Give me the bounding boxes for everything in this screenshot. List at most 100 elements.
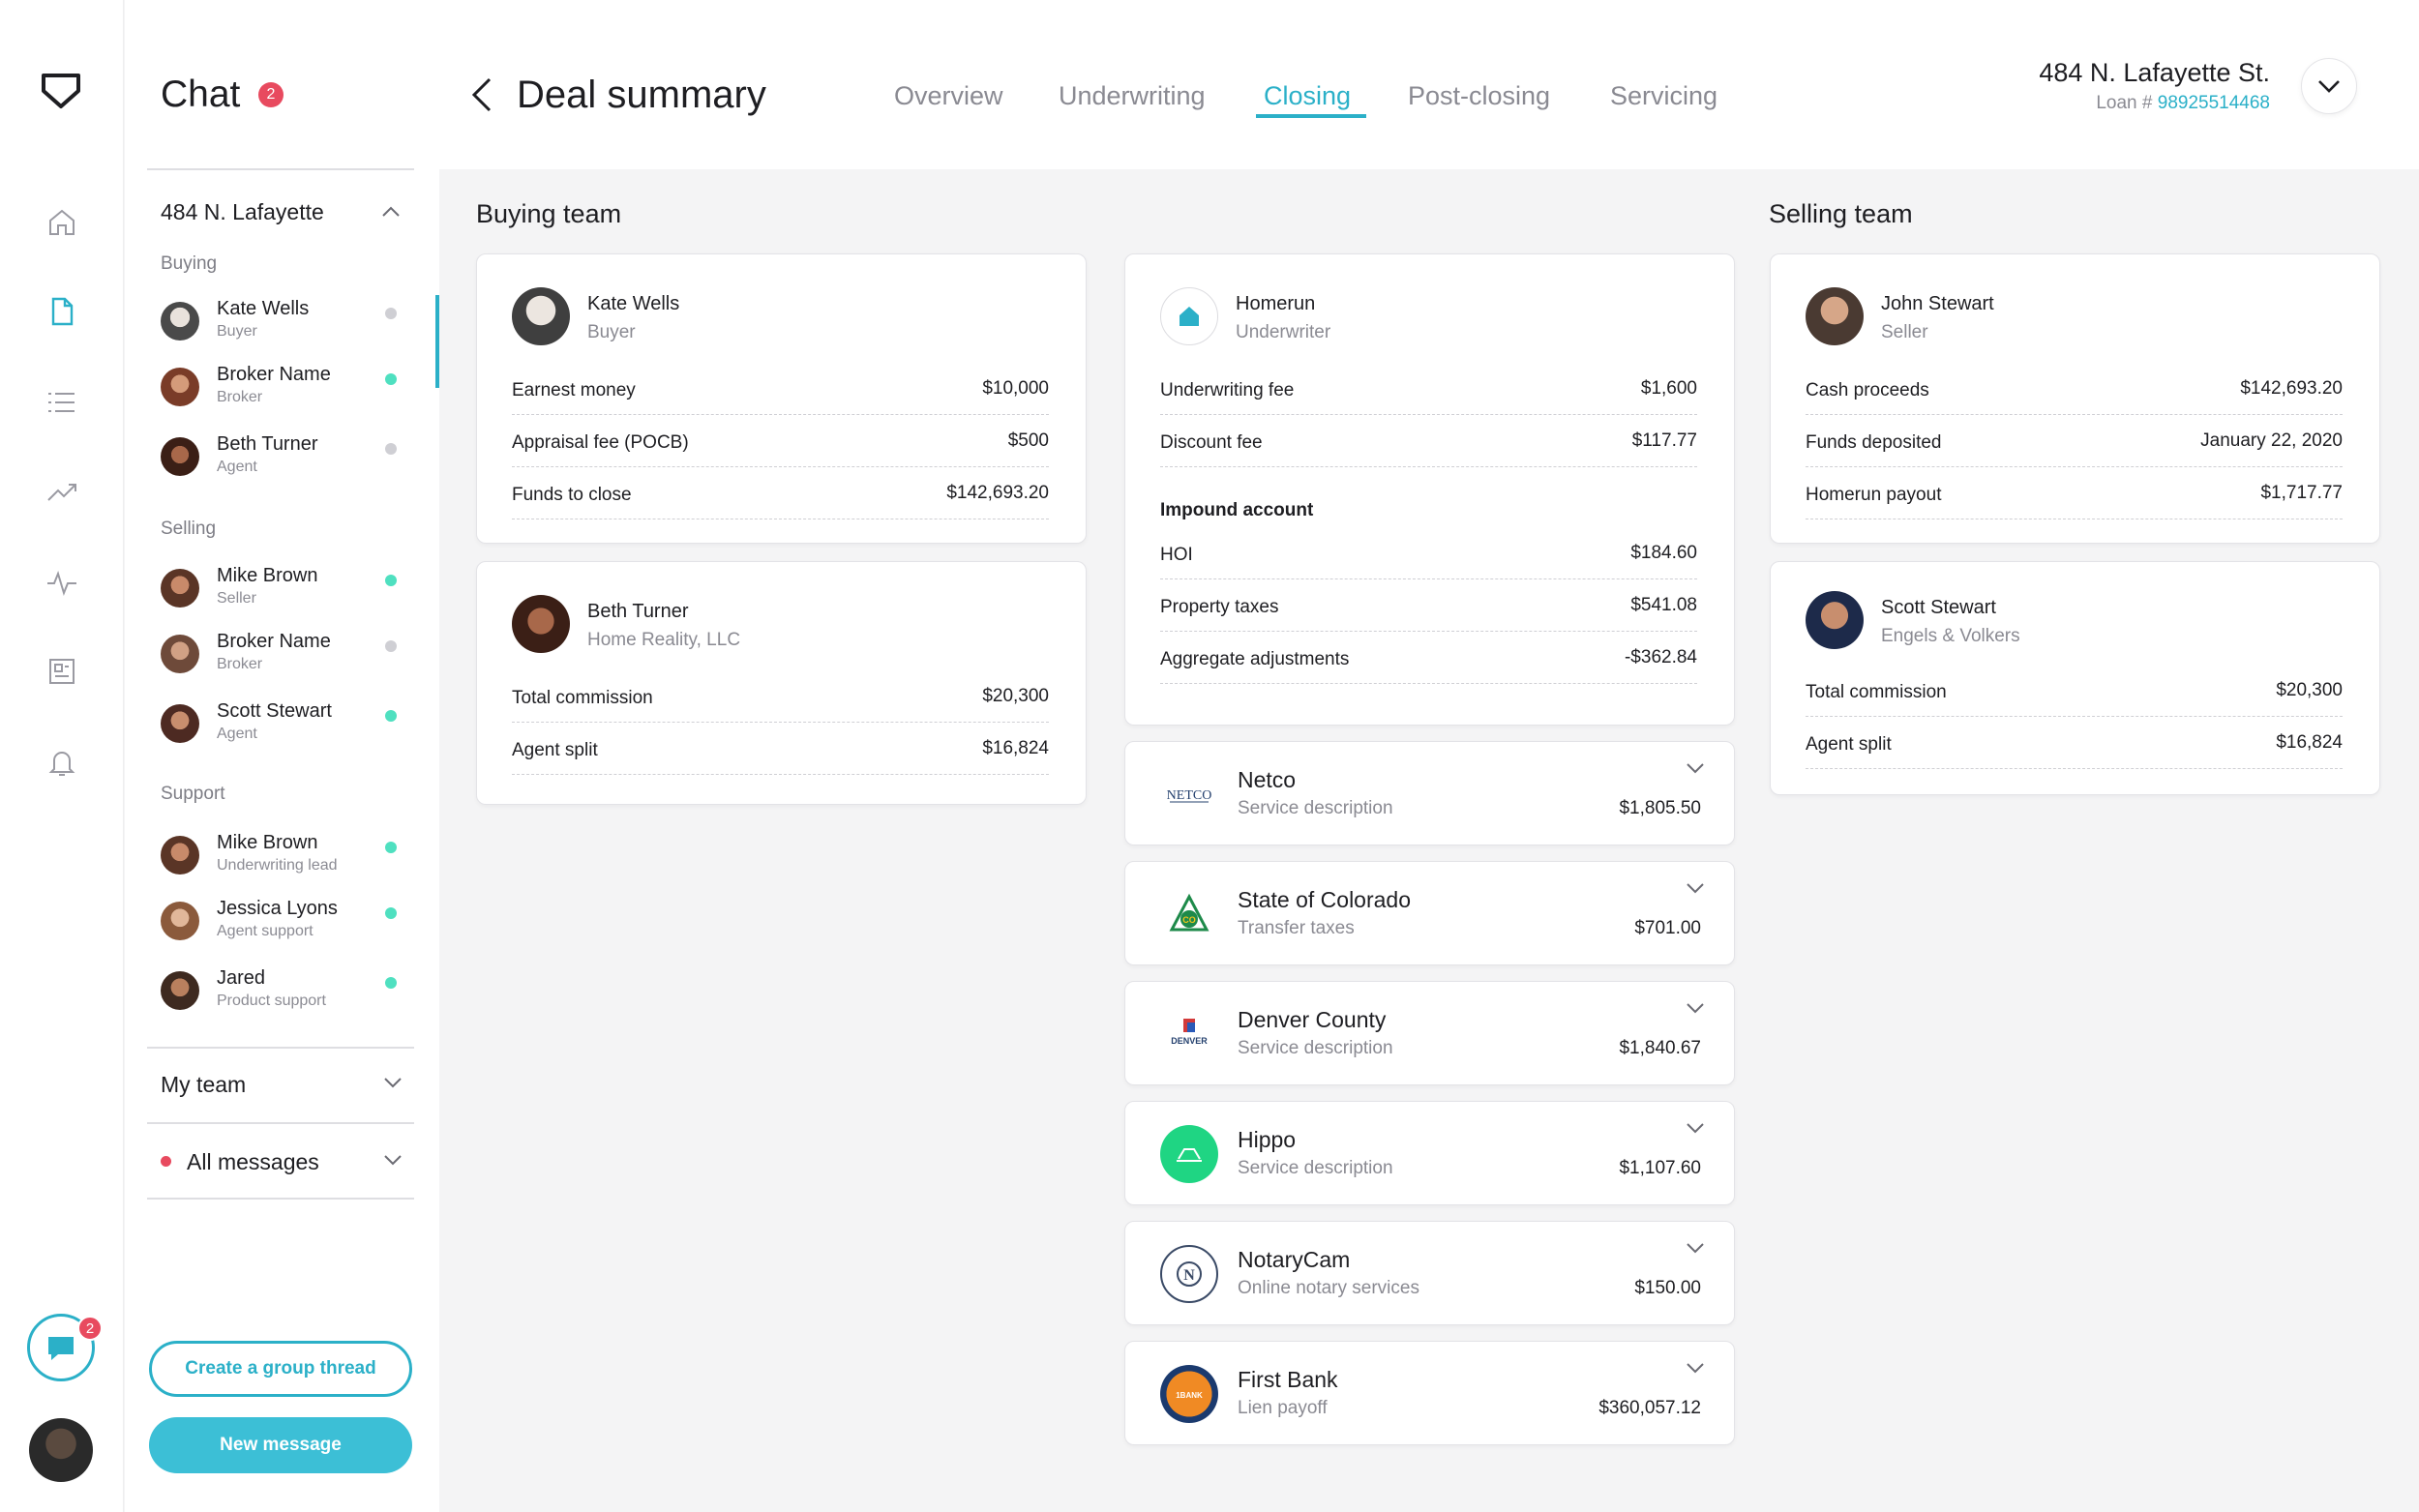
svg-text:DENVER: DENVER [1171,1036,1208,1046]
vendor-description: Service description [1238,1158,1393,1178]
contact-item[interactable]: Broker Name Broker [161,631,412,689]
line-item: Property taxes $541.08 [1160,579,1697,632]
line-item-label: Total commission [512,688,653,708]
create-group-thread-button[interactable]: Create a group thread [149,1341,412,1397]
my-team-toggle[interactable]: My team [161,1072,414,1098]
all-messages-toggle[interactable]: All messages [161,1149,414,1175]
avatar [161,569,199,608]
person-role: Home Reality, LLC [587,630,741,650]
active-tab-underline [1256,114,1366,118]
vendor-card-denver-county[interactable]: DENVER Denver County Service description… [1124,981,1735,1085]
line-item: Discount fee $117.77 [1160,415,1697,467]
tab-underwriting[interactable]: Underwriting [1059,81,1206,111]
vendor-card-netco[interactable]: NETCO Netco Service description $1,805.5… [1124,741,1735,845]
line-item: HOI $184.60 [1160,527,1697,579]
contact-name: Mike Brown [217,565,318,586]
contact-role: Broker [217,656,263,672]
vendor-amount: $150.00 [1634,1278,1701,1298]
contact-item[interactable]: Beth Turner Agent [161,433,412,491]
contact-item[interactable]: Broker Name Broker [161,364,412,422]
line-item: Total commission $20,300 [512,670,1049,723]
contact-item[interactable]: Mike Brown Underwriting lead [161,832,412,890]
line-item-value: $142,693.20 [946,483,1049,503]
new-message-button[interactable]: New message [149,1417,412,1473]
contact-item[interactable]: Mike Brown Seller [161,565,412,623]
contact-item[interactable]: Kate Wells Buyer [161,298,412,356]
status-dot [385,710,397,722]
vendor-name: Netco [1238,767,1297,792]
contact-item[interactable]: Scott Stewart Agent [161,700,412,758]
document-icon[interactable] [43,292,81,331]
line-item-value: $184.60 [1630,543,1697,563]
bell-icon[interactable] [43,743,81,782]
chevron-down-icon[interactable] [1686,1241,1705,1255]
avatar [161,635,199,673]
line-item-value: $10,000 [982,378,1049,399]
person-name: Beth Turner [587,601,689,622]
chevron-down-icon[interactable] [1686,881,1705,895]
home-icon[interactable] [43,203,81,242]
vendor-name: First Bank [1238,1367,1338,1392]
line-item-value: $16,824 [2276,732,2343,753]
contact-item[interactable]: Jessica Lyons Agent support [161,898,412,956]
line-item-label: Agent split [512,740,598,760]
list-icon[interactable] [43,383,81,422]
vendor-card-notarycam[interactable]: N NotaryCam Online notary services $150.… [1124,1221,1735,1325]
line-item-label: Funds to close [512,485,632,505]
seller-agent-card: Scott Stewart Engels & Volkers Total com… [1770,561,2380,795]
selling-team-title: Selling team [1769,199,1913,228]
thread-group-title[interactable]: 484 N. Lafayette [161,199,324,225]
avatar [161,836,199,875]
loan-number-link[interactable]: 98925514468 [2158,93,2270,113]
divider [147,168,414,170]
back-arrow-icon[interactable] [468,75,493,114]
divider [147,1122,414,1124]
chevron-down-icon[interactable] [1686,1361,1705,1375]
first-bank-logo-icon: 1BANK [1160,1365,1218,1423]
vendor-card-first-bank[interactable]: 1BANK First Bank Lien payoff $360,057.12 [1124,1341,1735,1445]
vendor-card-hippo[interactable]: Hippo Service description $1,107.60 [1124,1101,1735,1205]
line-item-value: -$362.84 [1624,647,1697,667]
vendor-card-state-of-colorado[interactable]: CO State of Colorado Transfer taxes $701… [1124,861,1735,965]
property-dropdown-button[interactable] [2301,58,2357,114]
chevron-down-icon[interactable] [1686,1001,1705,1015]
buying-team-title: Buying team [476,199,622,228]
tab-post-closing[interactable]: Post-closing [1408,81,1550,111]
chevron-down-icon [2318,80,2340,93]
line-item: Cash proceeds $142,693.20 [1806,363,2343,415]
person-role: Engels & Volkers [1881,626,2020,646]
vendor-name: State of Colorado [1238,887,1412,912]
avatar [161,368,199,406]
line-item-label: Agent split [1806,734,1892,755]
contact-item[interactable]: Jared Product support [161,967,412,1025]
contact-role: Product support [217,993,326,1009]
logo-icon[interactable] [39,70,83,114]
icon-rail: 2 [0,0,124,1512]
activity-icon[interactable] [43,563,81,602]
line-item-label: Underwriting fee [1160,380,1295,400]
chevron-down-icon[interactable] [1686,1121,1705,1135]
newspaper-icon[interactable] [43,652,81,691]
vendor-description: Transfer taxes [1238,918,1355,938]
chevron-down-icon [384,1155,402,1166]
trending-icon[interactable] [43,472,81,511]
buyer-agent-card: Beth Turner Home Reality, LLC Total comm… [476,561,1087,805]
chevron-down-icon[interactable] [1686,761,1705,775]
line-item-value: January 22, 2020 [2200,430,2343,451]
line-item-label: Aggregate adjustments [1160,649,1350,669]
status-dot [385,640,397,652]
line-item: Aggregate adjustments -$362.84 [1160,632,1697,684]
user-avatar[interactable] [29,1418,93,1482]
impound-account-title: Impound account [1160,500,1314,520]
tab-servicing[interactable]: Servicing [1610,81,1717,111]
tab-overview[interactable]: Overview [894,81,1003,111]
status-dot [385,373,397,385]
chevron-up-icon[interactable] [381,205,401,219]
tab-closing[interactable]: Closing [1264,81,1351,111]
vendor-description: Lien payoff [1238,1398,1328,1418]
contact-name: Jessica Lyons [217,898,338,919]
divider [147,1198,414,1200]
avatar [161,902,199,940]
contact-name: Mike Brown [217,832,318,853]
section-label-buying: Buying [161,253,218,274]
